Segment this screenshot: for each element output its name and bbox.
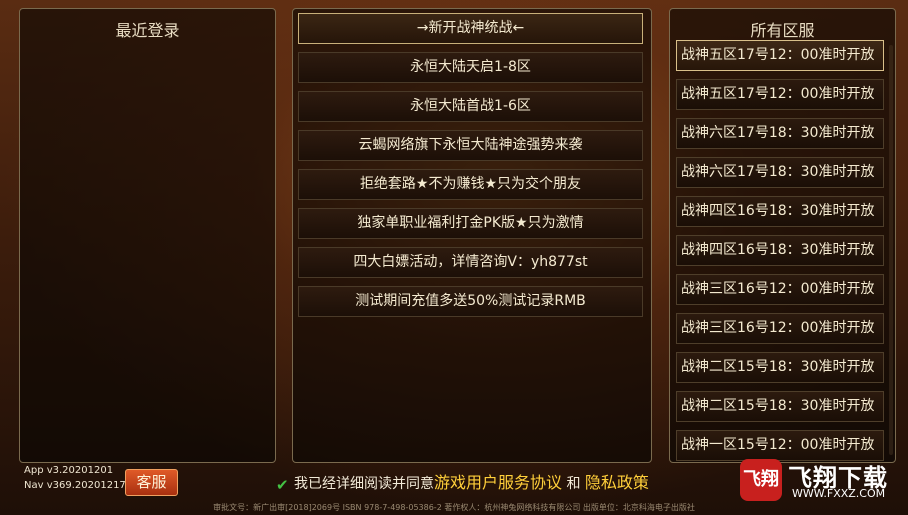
app-version: App v3.20201201 — [24, 465, 114, 476]
announcement-panel: →新开战神统战← 永恒大陆天启1-8区 永恒大陆首战1-6区 云蝎网络旗下永恒大… — [292, 8, 652, 463]
watermark-logo-icon: 飞翔 — [740, 459, 782, 501]
server-item[interactable]: 战神三区16号12：00准时开放 — [676, 313, 884, 344]
agreement-row: ✔ 我已经详细阅读并同意游戏用户服务协议 和 隐私政策 — [276, 471, 649, 495]
nav-version: Nav v369.20201217 — [24, 480, 126, 491]
server-list-scrollbar[interactable] — [889, 45, 893, 455]
server-item[interactable]: 战神六区17号18：30准时开放 — [676, 118, 884, 149]
recent-login-title: 最近登录 — [115, 21, 180, 40]
recent-login-panel: 最近登录 — [19, 8, 276, 463]
license-footer: 审批文号：新广出审[2018]2069号 ISBN 978-7-498-0538… — [213, 503, 695, 512]
server-item[interactable]: 战神五区17号12：00准时开放 — [676, 40, 884, 71]
server-item[interactable]: 战神六区17号18：30准时开放 — [676, 157, 884, 188]
server-item[interactable]: 战神三区16号12：00准时开放 — [676, 274, 884, 305]
notice-item[interactable]: 永恒大陆天启1-8区 — [298, 52, 643, 83]
server-item[interactable]: 战神五区17号12：00准时开放 — [676, 79, 884, 110]
server-item[interactable]: 战神四区16号18：30准时开放 — [676, 196, 884, 227]
server-list-title: 所有区服 — [750, 21, 815, 40]
site-watermark: 飞翔 飞翔下载 WWW.FXXZ.COM — [740, 457, 900, 503]
agreement-prefix: 我已经详细阅读并同意 — [294, 476, 434, 492]
privacy-link[interactable]: 隐私政策 — [585, 473, 649, 492]
server-list-panel: 所有区服 战神五区17号12：00准时开放 战神五区17号12：00准时开放 战… — [669, 8, 896, 463]
server-item[interactable]: 战神二区15号18：30准时开放 — [676, 352, 884, 383]
agreement-checkbox-icon[interactable]: ✔ — [276, 478, 290, 493]
notice-item[interactable]: 独家单职业福利打金PK版★只为激情 — [298, 208, 643, 239]
server-item[interactable]: 战神二区15号18：30准时开放 — [676, 391, 884, 422]
customer-service-button[interactable]: 客服 — [125, 469, 178, 496]
notice-item[interactable]: 云蝎网络旗下永恒大陆神途强势来袭 — [298, 130, 643, 161]
agreement-conjunction: 和 — [566, 476, 581, 492]
notice-item[interactable]: 四大白嫖活动，详情咨询V：yh877st — [298, 247, 643, 278]
watermark-url: WWW.FXXZ.COM — [792, 487, 886, 500]
notice-item[interactable]: 测试期间充值多送50%测试记录RMB — [298, 286, 643, 317]
notice-item[interactable]: 永恒大陆首战1-6区 — [298, 91, 643, 122]
terms-link[interactable]: 游戏用户服务协议 — [434, 473, 562, 492]
notice-item[interactable]: →新开战神统战← — [298, 13, 643, 44]
notice-item[interactable]: 拒绝套路★不为赚钱★只为交个朋友 — [298, 169, 643, 200]
server-item[interactable]: 战神四区16号18：30准时开放 — [676, 235, 884, 266]
